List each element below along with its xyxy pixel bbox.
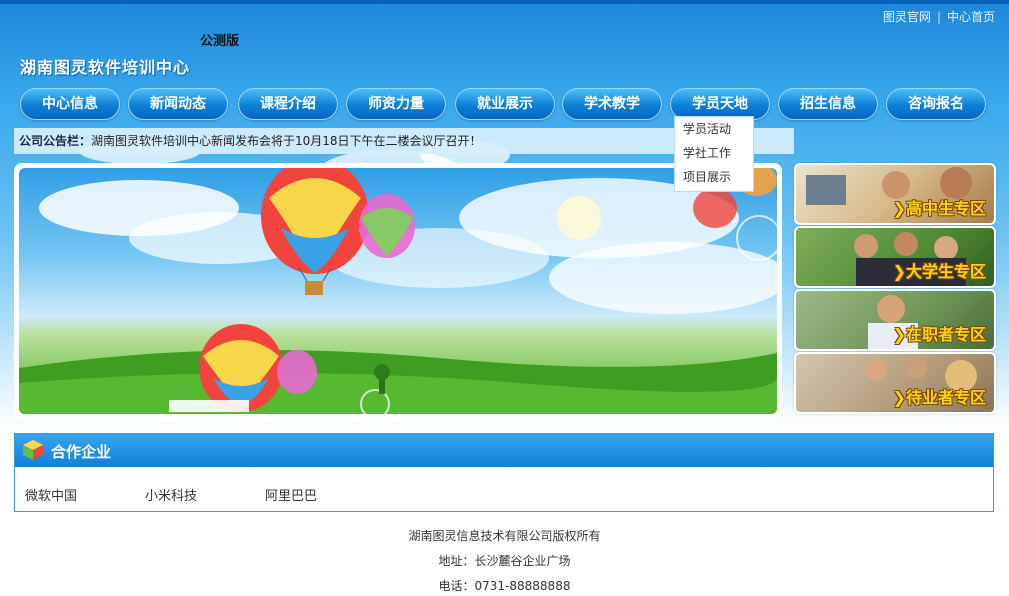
main-nav: 中心信息 新闻动态 课程介绍 师资力量 就业展示 学术教学 学员天地 招生信息 … [20, 88, 990, 120]
nav-item-news[interactable]: 新闻动态 [128, 88, 228, 120]
zone-label: ❯待业者专区 [892, 388, 986, 407]
nav-item-center-info[interactable]: 中心信息 [20, 88, 120, 120]
notice-label: 公司公告栏： [19, 134, 92, 148]
chevron-right-icon: ❯ [892, 388, 906, 407]
site-title: 湖南图灵软件培训中心 [20, 58, 191, 77]
chevron-right-icon: ❯ [892, 199, 906, 218]
zone-label: ❯高中生专区 [892, 199, 986, 218]
beta-label: 公测版 [200, 34, 240, 49]
nav-item-courses[interactable]: 课程介绍 [238, 88, 338, 120]
dropdown-item-activities[interactable]: 学员活动 [675, 117, 753, 141]
partner-item[interactable]: 阿里巴巴 [265, 485, 317, 504]
zone-unemployed[interactable]: ❯待业者专区 [794, 352, 996, 414]
notice-text[interactable]: 湖南图灵软件培训中心新闻发布会将于10月18日下午在二楼会议厅召开！ [91, 134, 482, 148]
partners-header: 合作企业 [15, 434, 993, 467]
zone-employed[interactable]: ❯在职者专区 [794, 289, 996, 351]
zone-college[interactable]: ❯大学生专区 [794, 226, 996, 288]
footer-phone: 电话：0731-88888888 [438, 579, 571, 593]
nav-item-employment[interactable]: 就业展示 [455, 88, 555, 120]
chevron-right-icon: ❯ [892, 262, 906, 281]
top-links: 图灵官网 | 中心首页 [883, 8, 995, 25]
partners-title: 合作企业 [51, 443, 112, 461]
banner-image [19, 168, 777, 414]
students-dropdown: 学员活动 学社工作 项目展示 [674, 116, 754, 192]
zone-label: ❯大学生专区 [892, 262, 986, 281]
dropdown-item-projects[interactable]: 项目展示 [675, 165, 753, 189]
zone-label: ❯在职者专区 [892, 325, 986, 344]
cube-icon [23, 440, 43, 460]
balloon-scene [19, 168, 777, 414]
official-site-link[interactable]: 图灵官网 [883, 10, 931, 24]
nav-item-admissions[interactable]: 招生信息 [778, 88, 878, 120]
partner-item[interactable]: 小米科技 [145, 485, 197, 504]
nav-item-teachers[interactable]: 师资力量 [346, 88, 446, 120]
nav-item-academic[interactable]: 学术教学 [562, 88, 662, 120]
hero-banner [14, 163, 782, 419]
link-separator: | [936, 10, 941, 24]
footer-address: 地址：长沙麓谷企业广场 [438, 554, 571, 568]
partners-box: 合作企业 微软中国 小米科技 阿里巴巴 [14, 433, 994, 512]
footer-copyright: 湖南图灵信息技术有限公司版权所有 [408, 529, 601, 543]
chevron-right-icon: ❯ [892, 325, 906, 344]
top-line [0, 0, 1009, 4]
partner-item[interactable]: 微软中国 [25, 485, 77, 504]
nav-item-register[interactable]: 咨询报名 [886, 88, 986, 120]
zone-highschool[interactable]: ❯高中生专区 [794, 163, 996, 225]
dropdown-item-club-work[interactable]: 学社工作 [675, 141, 753, 165]
center-home-link[interactable]: 中心首页 [947, 10, 995, 24]
